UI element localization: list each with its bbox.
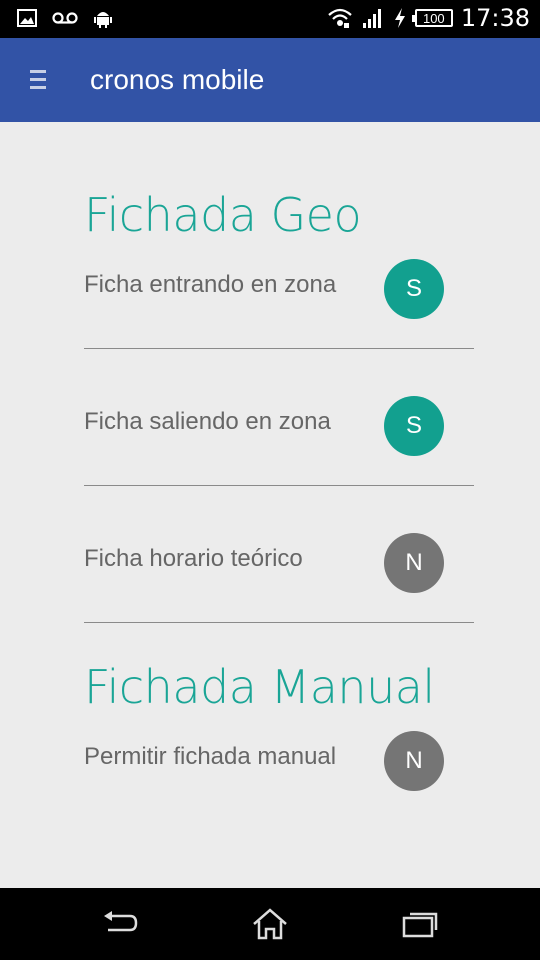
setting-permitir-fichada-manual[interactable]: Permitir fichada manual N	[84, 725, 474, 795]
app-bar: cronos mobile	[0, 38, 540, 122]
toggle-button[interactable]: S	[384, 259, 444, 319]
clock: 17:38	[460, 4, 530, 32]
back-icon[interactable]	[100, 906, 140, 942]
recents-icon[interactable]	[400, 906, 440, 942]
android-icon	[94, 12, 112, 28]
image-icon	[17, 9, 37, 27]
wifi-icon	[328, 8, 352, 28]
status-bar-system: 100 17:38	[327, 4, 530, 32]
setting-label: Permitir fichada manual	[84, 743, 337, 770]
setting-label: Ficha horario teórico	[84, 545, 303, 572]
charging-icon	[394, 8, 405, 28]
battery-icon: 100	[411, 9, 453, 27]
section-title-fichada-manual: Fichada Manual	[84, 660, 435, 714]
hamburger-menu-icon[interactable]	[30, 70, 46, 90]
setting-ficha-horario-teorico[interactable]: Ficha horario teórico N	[84, 527, 474, 597]
setting-ficha-entrando-en-zona[interactable]: Ficha entrando en zona S	[84, 253, 474, 323]
divider	[84, 485, 474, 486]
home-icon[interactable]	[250, 906, 290, 942]
signal-icon	[362, 9, 381, 28]
status-bar-notifications	[16, 7, 114, 29]
status-bar: 100 17:38	[0, 0, 540, 38]
app-title: cronos mobile	[90, 64, 265, 95]
divider	[84, 348, 474, 349]
settings-list: Fichada Geo Ficha entrando en zona S Fic…	[0, 122, 540, 888]
setting-ficha-saliendo-en-zona[interactable]: Ficha saliendo en zona S	[84, 390, 474, 460]
setting-label: Ficha entrando en zona	[84, 271, 337, 298]
divider	[84, 622, 474, 623]
voicemail-icon	[52, 12, 78, 24]
setting-label: Ficha saliendo en zona	[84, 408, 331, 435]
toggle-button[interactable]: S	[384, 396, 444, 456]
navigation-bar	[0, 888, 540, 960]
toggle-button[interactable]: N	[384, 533, 444, 593]
toggle-button[interactable]: N	[384, 731, 444, 791]
section-title-fichada-geo: Fichada Geo	[84, 188, 362, 242]
